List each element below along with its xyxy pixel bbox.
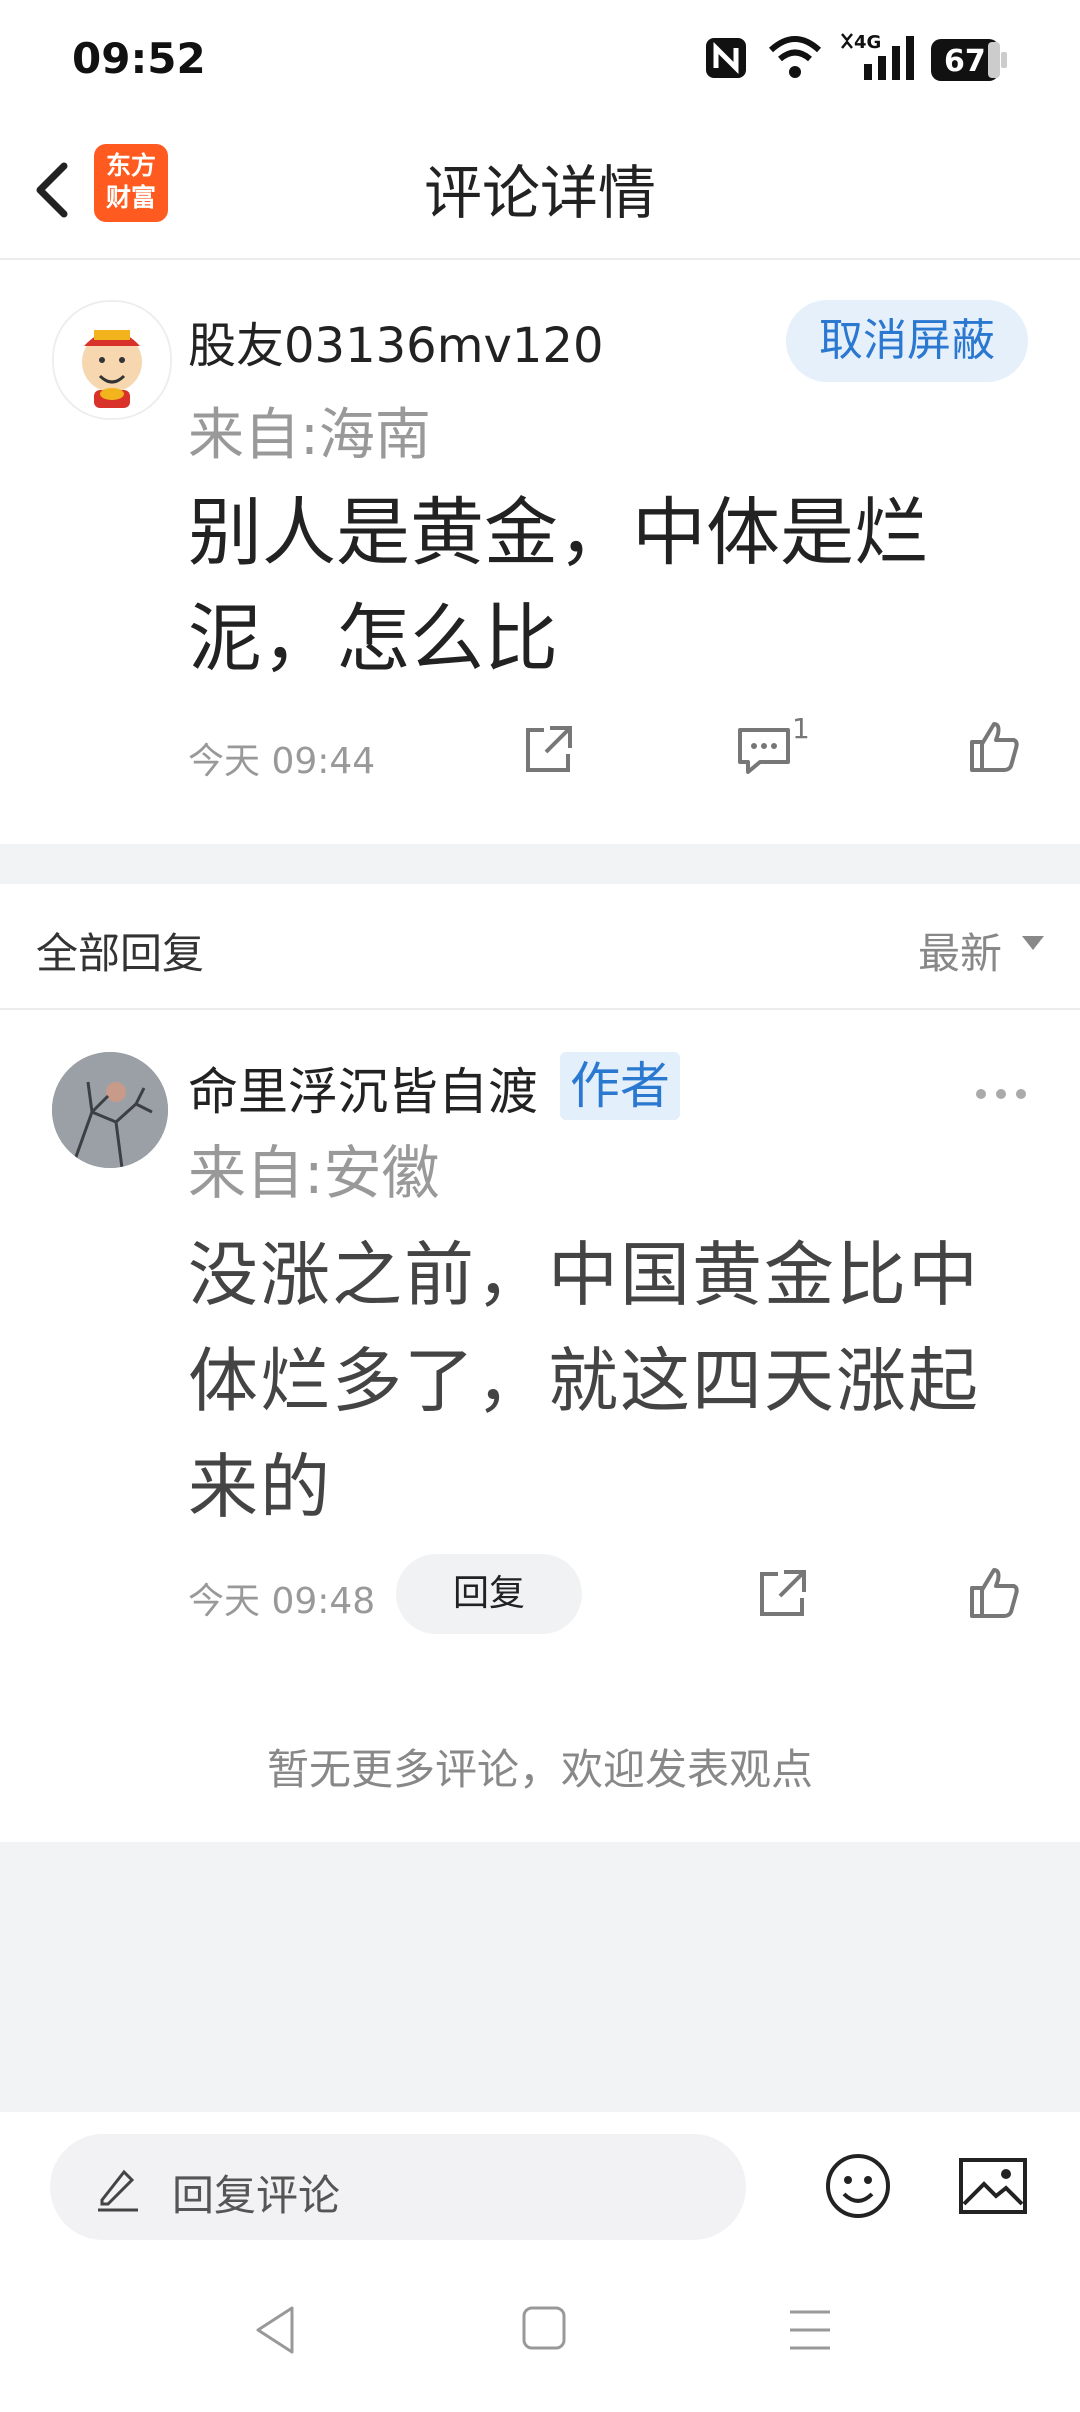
like-button[interactable] — [966, 718, 1022, 778]
emoji-button[interactable] — [822, 2150, 894, 2226]
username[interactable]: 股友03136mv120 — [188, 306, 603, 376]
nav-back-icon[interactable] — [252, 2302, 300, 2362]
reply-list: 命里浮沉皆自渡 作者 来自:安徽 没涨之前，中国黄金比中体烂多了，就这四天涨起来… — [0, 1010, 1080, 1842]
bottom-bar: 回复评论 — [0, 2112, 1080, 2412]
nav-bar: 东方 财富 评论详情 — [0, 120, 1080, 260]
status-bar: 09:52 4G 67 — [0, 0, 1080, 120]
avatar[interactable] — [52, 1052, 168, 1168]
all-replies-label: 全部回复 — [36, 929, 205, 978]
comment-icon — [738, 728, 790, 774]
thumbs-up-icon — [970, 1568, 1019, 1618]
reply-input-placeholder: 回复评论 — [172, 2171, 341, 2220]
location-label: 来自:海南 — [188, 403, 431, 468]
share-icon — [760, 1570, 806, 1616]
comment-text: 别人是黄金，中体是烂泥，怎么比 — [188, 490, 928, 682]
comment-time: 今天 09:44 — [188, 741, 376, 782]
avatar[interactable] — [52, 300, 172, 420]
image-button[interactable] — [958, 2154, 1028, 2222]
svg-text:4G: 4G — [854, 32, 881, 53]
author-badge: 作者 — [560, 1052, 680, 1120]
share-icon — [526, 726, 572, 772]
main-comment-card: 股友03136mv120 取消屏蔽 来自:海南 别人是黄金，中体是烂泥，怎么比 … — [0, 260, 1080, 844]
replies-header: 全部回复 最新 — [0, 884, 1080, 1010]
more-options-button[interactable] — [974, 1086, 1028, 1105]
page-title: 评论详情 — [423, 159, 656, 227]
image-icon — [959, 2158, 1027, 2214]
username[interactable]: 命里浮沉皆自渡 — [188, 1052, 538, 1124]
share-button[interactable] — [754, 1566, 810, 1626]
nav-home-icon[interactable] — [520, 2304, 568, 2356]
pencil-icon — [94, 2164, 142, 2216]
no-more-comments: 暂无更多评论，欢迎发表观点 — [266, 1745, 813, 1794]
location-label: 来自:安徽 — [188, 1139, 440, 1207]
unblock-button[interactable]: 取消屏蔽 — [786, 300, 1028, 382]
caret-down-icon[interactable] — [1022, 936, 1044, 950]
battery-icon: 67 — [930, 38, 1010, 86]
signal-4g-icon: 4G — [838, 30, 918, 86]
sort-latest-button[interactable]: 最新 — [918, 920, 1002, 981]
emoji-icon — [826, 2154, 890, 2218]
wifi-icon — [768, 34, 822, 84]
thumbs-up-icon — [970, 722, 1019, 772]
like-button[interactable] — [966, 1564, 1022, 1624]
comment-count: 1 — [792, 712, 810, 745]
reply-text: 没涨之前，中国黄金比中体烂多了，就这四天涨起来的 — [188, 1234, 980, 1528]
reply-time: 今天 09:48 — [188, 1581, 376, 1622]
status-time: 09:52 — [72, 34, 206, 83]
reply-button[interactable]: 回复 — [396, 1554, 582, 1634]
nav-menu-icon[interactable] — [786, 2306, 834, 2358]
comment-button[interactable] — [734, 722, 794, 782]
more-icon — [976, 1089, 1026, 1099]
svg-text:67: 67 — [944, 44, 986, 79]
reply-comment-input[interactable]: 回复评论 — [50, 2134, 746, 2240]
nfc-icon — [704, 36, 748, 84]
share-button[interactable] — [520, 722, 576, 782]
